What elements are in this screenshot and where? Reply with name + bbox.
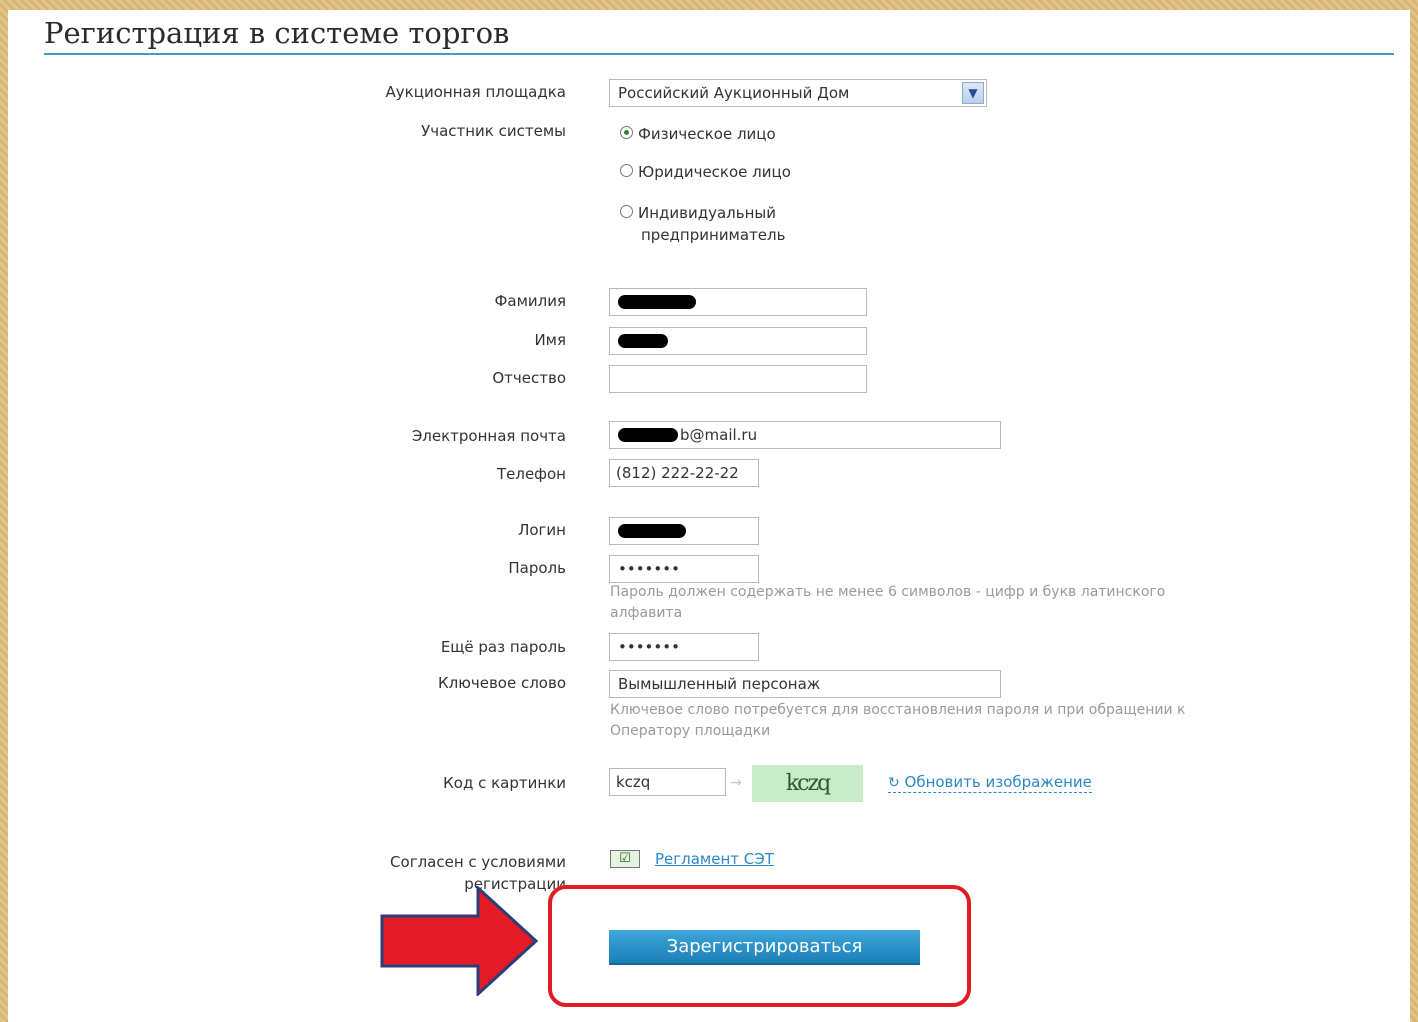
rules-link[interactable]: Регламент СЭТ xyxy=(655,850,774,868)
keyword-hint-line1: Ключевое слово потребуется для восстанов… xyxy=(610,702,1186,718)
refresh-captcha-label: Обновить изображение xyxy=(904,773,1092,791)
captcha-image: kczq xyxy=(752,765,863,802)
password-input[interactable]: ••••••• xyxy=(609,555,759,583)
radio-entrepreneur-label-line2: предприниматель xyxy=(641,226,786,244)
redaction-mark xyxy=(618,427,678,442)
radio-legal-entity-label: Юридическое лицо xyxy=(638,163,791,181)
password-label: Пароль xyxy=(508,559,566,577)
login-label: Логин xyxy=(518,521,566,539)
captcha-input[interactable]: kczq xyxy=(609,768,726,796)
radio-checked-icon[interactable] xyxy=(620,126,633,139)
title-divider xyxy=(44,53,1394,55)
surname-input[interactable] xyxy=(609,288,867,316)
name-label: Имя xyxy=(534,331,566,349)
keyword-label: Ключевое слово xyxy=(438,674,566,692)
refresh-icon[interactable]: ↻ xyxy=(888,775,900,791)
arrow-right-icon: → xyxy=(730,775,742,791)
name-input[interactable] xyxy=(609,327,867,355)
refresh-captcha-link[interactable]: ↻ Обновить изображение xyxy=(888,773,1092,793)
phone-input[interactable]: (812) 222-22-22 xyxy=(609,459,759,487)
surname-label: Фамилия xyxy=(494,292,566,310)
login-input[interactable] xyxy=(609,517,759,545)
arrow-right-icon xyxy=(380,886,539,996)
platform-select[interactable]: Российский Аукционный Дом ▼ xyxy=(609,79,987,107)
password-repeat-label: Ещё раз пароль xyxy=(440,638,566,656)
agree-checkbox[interactable]: ☑ xyxy=(610,850,640,868)
phone-label: Телефон xyxy=(496,465,566,483)
radio-entrepreneur-label-line1: Индивидуальный xyxy=(638,204,777,222)
email-input[interactable]: b@mail.ru xyxy=(609,421,1001,449)
participant-label: Участник системы xyxy=(421,122,566,140)
email-value: b@mail.ru xyxy=(680,426,758,444)
radio-entrepreneur[interactable]: Индивидуальный предприниматель xyxy=(620,202,785,246)
page-panel xyxy=(8,10,1410,1022)
highlight-box xyxy=(548,885,971,1007)
password-repeat-input[interactable]: ••••••• xyxy=(609,633,759,661)
password-hint-line2: алфавита xyxy=(610,605,683,621)
platform-label: Аукционная площадка xyxy=(385,83,566,101)
password-hint-line1: Пароль должен содержать не менее 6 симво… xyxy=(610,584,1166,600)
captcha-label: Код с картинки xyxy=(443,774,566,792)
email-label: Электронная почта xyxy=(411,427,566,445)
radio-unchecked-icon[interactable] xyxy=(620,164,633,177)
radio-individual[interactable]: Физическое лицо xyxy=(620,125,776,143)
page-title: Регистрация в системе торгов xyxy=(44,16,510,50)
radio-unchecked-icon[interactable] xyxy=(620,205,633,218)
patronymic-label: Отчество xyxy=(492,369,566,387)
radio-legal-entity[interactable]: Юридическое лицо xyxy=(620,163,791,181)
keyword-input[interactable]: Вымышленный персонаж xyxy=(609,670,1001,698)
patronymic-input[interactable] xyxy=(609,365,867,393)
platform-select-value: Российский Аукционный Дом xyxy=(618,84,850,102)
chevron-down-icon[interactable]: ▼ xyxy=(962,82,984,104)
redaction-mark xyxy=(618,333,668,348)
radio-individual-label: Физическое лицо xyxy=(638,125,776,143)
redaction-mark xyxy=(618,523,686,538)
keyword-hint-line2: Оператору площадки xyxy=(610,723,771,739)
redaction-mark xyxy=(618,294,696,309)
